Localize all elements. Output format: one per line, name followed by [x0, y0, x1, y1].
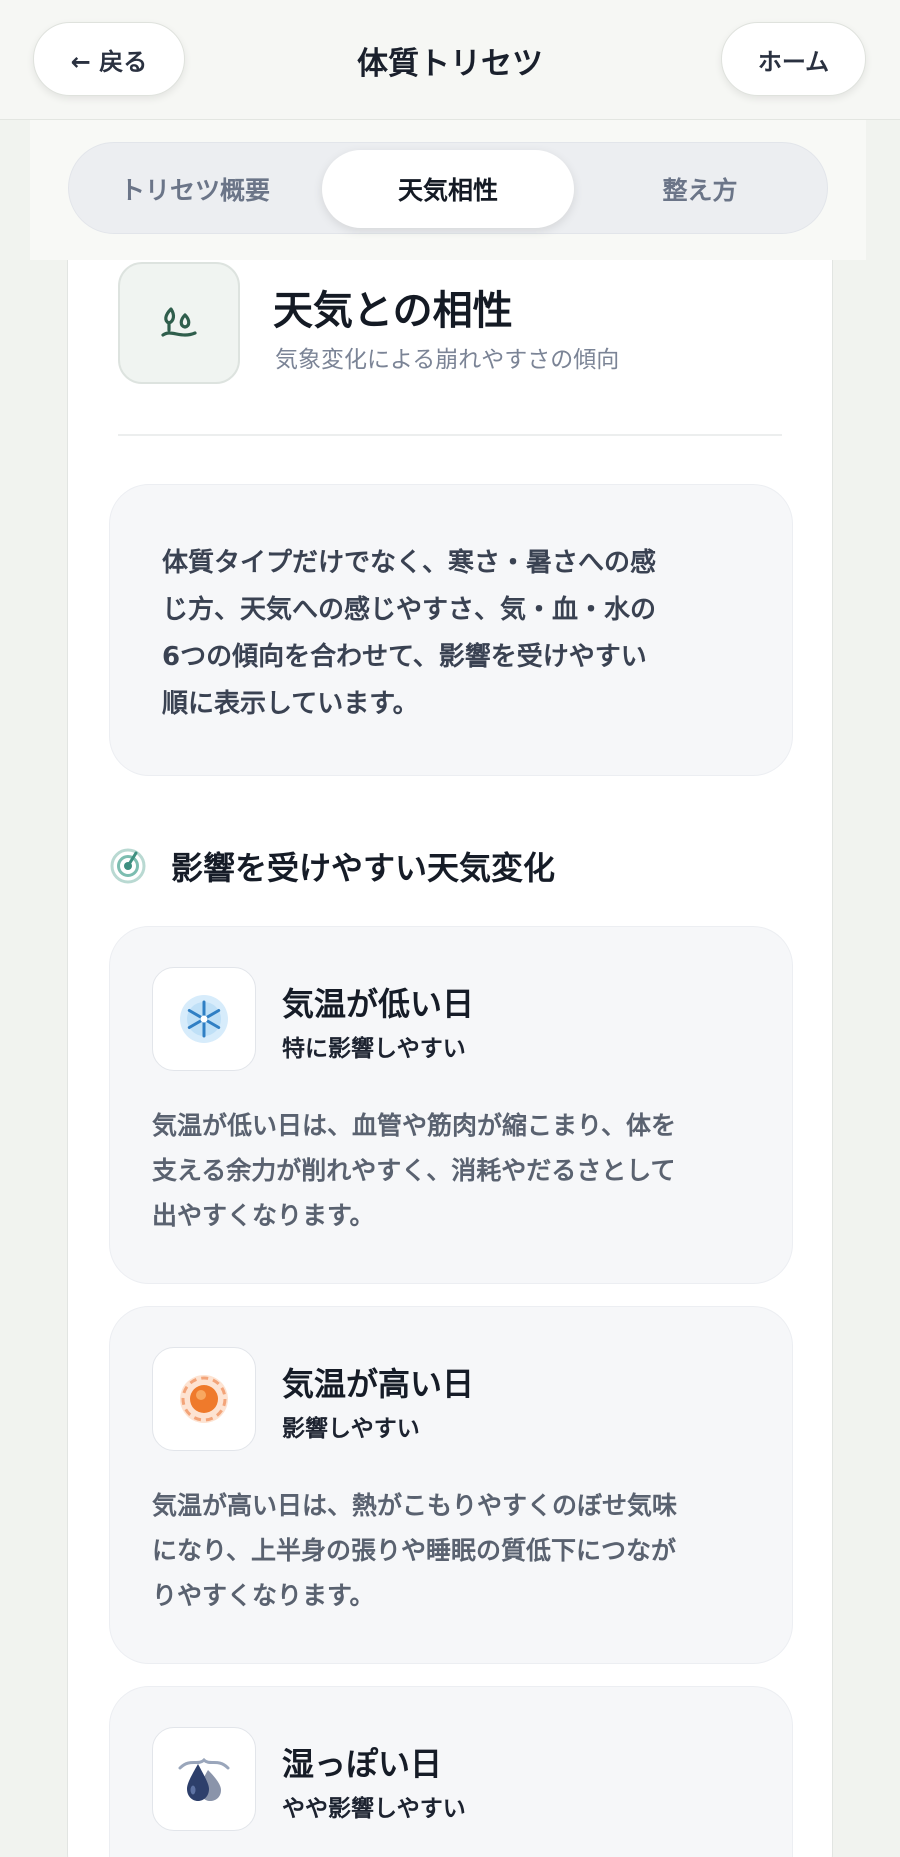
- section-title: 天気との相性: [273, 288, 513, 334]
- item-icon-box: [152, 1727, 256, 1831]
- item-level: 特に影響しやすい: [282, 1036, 466, 1062]
- note-line: じ方、天気への感じやすさ、気・血・水の: [162, 595, 657, 625]
- list-item: 気温が低い日 特に影響しやすい 気温が低い日は、血管や筋肉が縮こまり、体を 支え…: [109, 926, 793, 1284]
- desc-line: りやすくなります。: [152, 1581, 375, 1610]
- desc-line: 支える余力が削れやすく、消耗やだるさとして: [152, 1156, 676, 1185]
- item-description: 気温が高い日は、熱がこもりやすくのぼせ気味 になり、上半身の張りや睡眠の質低下に…: [152, 1483, 762, 1618]
- desc-line: 気温が低い日は、血管や筋肉が縮こまり、体を: [152, 1111, 677, 1140]
- tab-weather[interactable]: 天気相性: [322, 150, 574, 228]
- tab-bar-container: トリセツ概要 天気相性 整え方: [30, 120, 866, 260]
- top-bar: ← 戻る 体質トリセツ ホーム: [0, 0, 900, 120]
- desc-line: 出やすくなります。: [152, 1201, 375, 1230]
- divider: [118, 434, 782, 436]
- section-subtitle: 気象変化による崩れやすさの傾向: [275, 347, 620, 373]
- page-title: 体質トリセツ: [357, 45, 543, 82]
- explanation-note: 体質タイプだけでなく、寒さ・暑さへの感 じ方、天気への感じやすさ、気・血・水の …: [109, 484, 793, 776]
- item-level: やや影響しやすい: [282, 1796, 466, 1822]
- snowflake-icon: [180, 995, 228, 1043]
- list-item: 気温が高い日 影響しやすい 気温が高い日は、熱がこもりやすくのぼせ気味 になり、…: [109, 1306, 793, 1664]
- sun-icon: [180, 1375, 228, 1423]
- back-button[interactable]: ← 戻る: [33, 22, 185, 96]
- section-icon-box: [118, 262, 240, 384]
- list-item: 湿っぽい日 やや影響しやすい: [109, 1686, 793, 1857]
- list-heading: 影響を受けやすい天気変化: [109, 842, 555, 890]
- item-title: 気温が高い日: [282, 1365, 475, 1403]
- weather-card: 天気との相性 気象変化による崩れやすさの傾向 体質タイプだけでなく、寒さ・暑さへ…: [67, 260, 833, 1857]
- note-line: 順に表示しています。: [162, 689, 419, 719]
- note-line: 体質タイプだけでなく、寒さ・暑さへの感: [162, 548, 657, 578]
- item-icon-box: [152, 1347, 256, 1451]
- item-description: 気温が低い日は、血管や筋肉が縮こまり、体を 支える余力が削れやすく、消耗やだるさ…: [152, 1103, 762, 1238]
- tab-care[interactable]: 整え方: [574, 150, 826, 228]
- list-heading-text: 影響を受けやすい天気変化: [171, 849, 556, 887]
- desc-line: 気温が高い日は、熱がこもりやすくのぼせ気味: [152, 1491, 678, 1520]
- weather-sprout-icon: [161, 307, 197, 337]
- radar-icon: [110, 848, 146, 884]
- item-title: 湿っぽい日: [282, 1745, 443, 1783]
- humid-drop-icon: [178, 1757, 230, 1801]
- tab-bar: トリセツ概要 天気相性 整え方: [68, 142, 828, 234]
- note-line: 6つの傾向を合わせて、影響を受けやすい: [162, 642, 647, 672]
- home-button[interactable]: ホーム: [721, 22, 866, 96]
- item-level: 影響しやすい: [282, 1416, 420, 1442]
- desc-line: になり、上半身の張りや睡眠の質低下につなが: [152, 1536, 677, 1565]
- item-title: 気温が低い日: [282, 985, 475, 1023]
- tab-overview[interactable]: トリセツ概要: [69, 150, 321, 228]
- item-icon-box: [152, 967, 256, 1071]
